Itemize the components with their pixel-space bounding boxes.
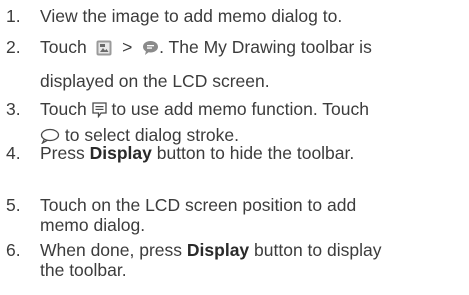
step-text-part: When done, press (40, 240, 183, 260)
step-number: 4. (6, 143, 21, 163)
step-text-line-1: Touch to use add memo function. Touch (40, 99, 468, 122)
gallery-menu-icon (96, 40, 112, 60)
step-text: Press Display button to hide the toolbar… (40, 143, 468, 163)
step-text-part: Press (40, 143, 85, 163)
step-number: 6. (6, 240, 21, 260)
step-text: Touch (40, 99, 87, 119)
step-text-line-1: Touch > . The My Drawing toolbar is (40, 37, 468, 60)
step-text: Touch (40, 37, 87, 57)
step-text-line-1: Touch on the LCD screen position to add (40, 195, 357, 215)
speech-bubble-icon (142, 40, 159, 60)
step-text-part: button to hide the toolbar. (156, 143, 355, 163)
step-text: to select dialog stroke. (64, 125, 239, 145)
memo-icon (91, 102, 107, 122)
step-number: 5. (6, 195, 21, 215)
step-number: 1. (6, 6, 21, 26)
display-button-label: Display (89, 143, 152, 163)
step-text: . The My Drawing toolbar is (159, 37, 372, 57)
instruction-list: 1. View the image to add memo dialog to.… (0, 0, 469, 295)
step-text: View the image to add memo dialog to. (40, 6, 343, 26)
step-text-line-2: memo dialog. (40, 215, 146, 235)
step-text-line-2: displayed on the LCD screen. (40, 71, 270, 91)
step-number: 3. (6, 99, 21, 119)
step-text-line-2: the toolbar. (40, 260, 127, 280)
display-button-label: Display (186, 240, 250, 260)
step-text-line-1: When done, press Display button to displ… (40, 240, 468, 260)
step-number: 2. (6, 37, 21, 57)
step-text: to use add memo function. Touch (111, 99, 369, 119)
step-text-part: button to display (254, 240, 382, 260)
separator: > (122, 37, 133, 57)
